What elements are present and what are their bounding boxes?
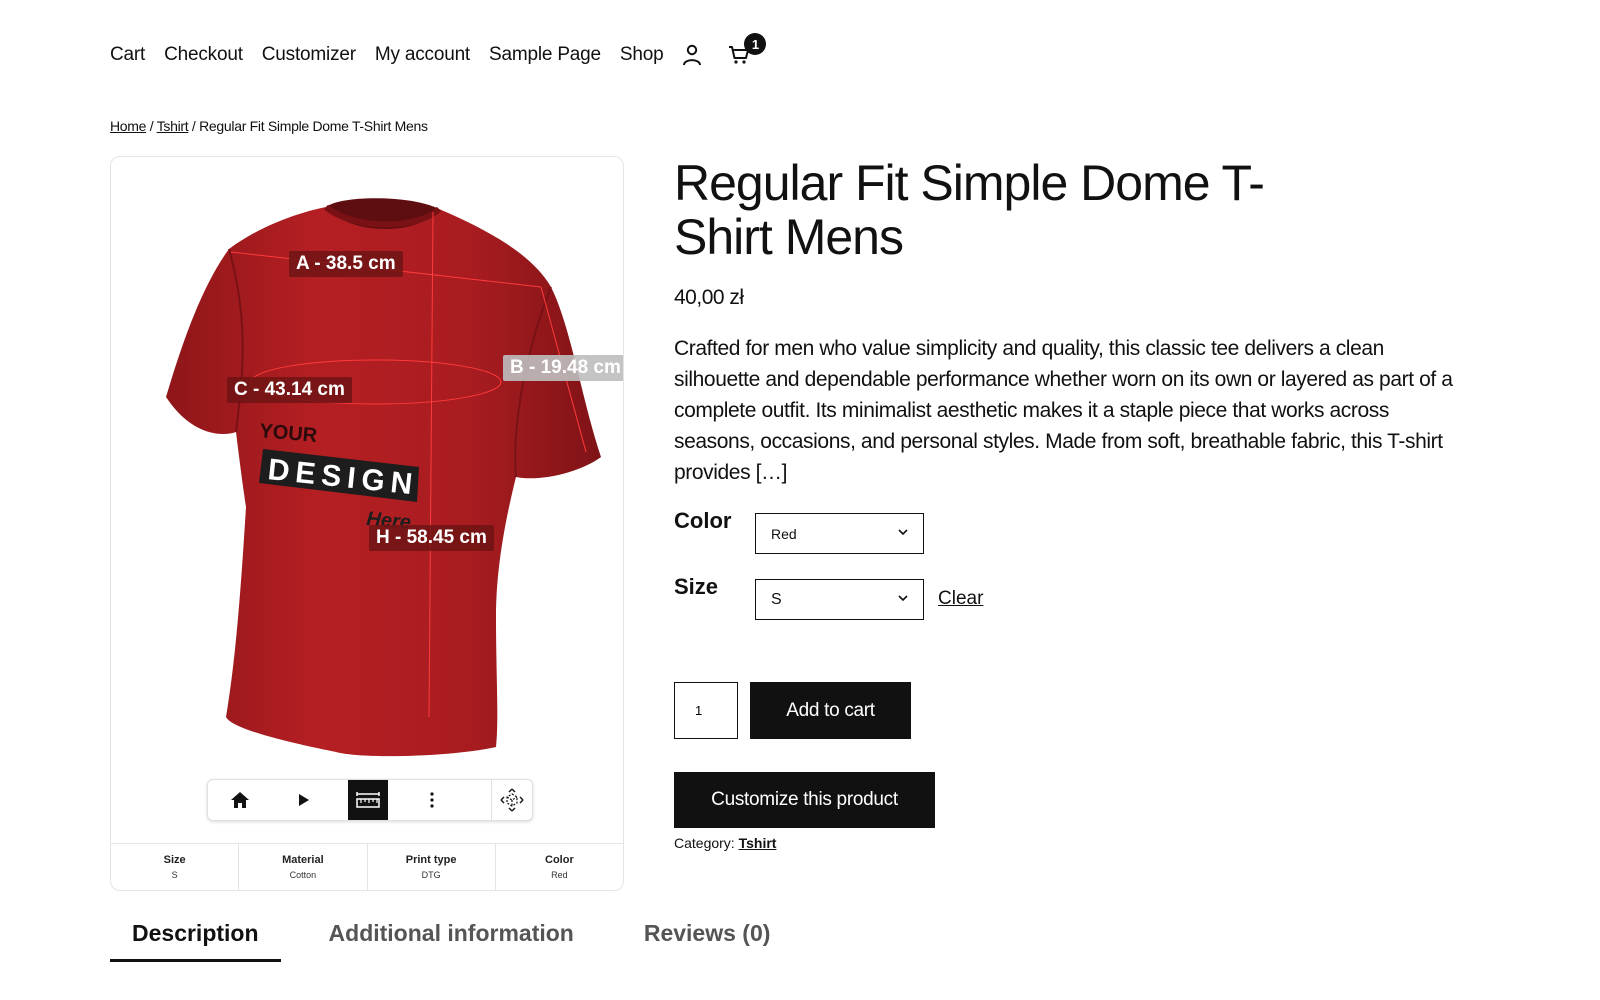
home-icon[interactable] <box>208 780 272 820</box>
nav-link-customizer[interactable]: Customizer <box>262 44 356 66</box>
ruler-icon[interactable] <box>348 780 388 820</box>
breadcrumb-separator: / <box>146 118 157 134</box>
category-label: Category: <box>674 835 735 851</box>
measurement-a-label: A - 38.5 cm <box>289 251 403 277</box>
product-category: Category: Tshirt <box>674 835 776 851</box>
tab-description[interactable]: Description <box>110 914 281 962</box>
product-title-line-2: Shirt Mens <box>674 209 904 265</box>
measurement-h-label: H - 58.45 cm <box>369 525 494 551</box>
nav-link-checkout[interactable]: Checkout <box>164 44 243 66</box>
spec-value: Cotton <box>289 870 317 880</box>
account-icon[interactable] <box>682 44 702 66</box>
measurement-b-label: B - 19.48 cm <box>503 355 623 381</box>
breadcrumb-home[interactable]: Home <box>110 118 146 134</box>
cart-icon[interactable]: 1 <box>728 33 767 65</box>
spec-value: S <box>171 870 178 880</box>
viewer-toolbar <box>207 779 533 821</box>
product-price: 40,00 zł <box>674 286 744 309</box>
top-nav: Cart Checkout Customizer My account Samp… <box>110 33 767 70</box>
size-select[interactable]: S <box>755 579 924 620</box>
more-vertical-icon[interactable] <box>400 780 464 820</box>
chevron-down-icon <box>898 529 908 536</box>
product-tabs: Description Additional information Revie… <box>110 914 818 962</box>
clear-variations-link[interactable]: Clear <box>938 588 983 610</box>
breadcrumb: Home / Tshirt / Regular Fit Simple Dome … <box>110 118 428 134</box>
cart-count-badge: 1 <box>744 33 767 55</box>
chevron-down-icon <box>898 595 908 602</box>
product-title-line-1: Regular Fit Simple Dome T- <box>674 155 1265 211</box>
measurement-c-label: C - 43.14 cm <box>227 377 352 403</box>
breadcrumb-current: Regular Fit Simple Dome T-Shirt Mens <box>199 118 428 134</box>
nav-link-cart[interactable]: Cart <box>110 44 145 66</box>
size-select-value: S <box>771 590 782 608</box>
add-to-cart-button[interactable]: Add to cart <box>750 682 911 739</box>
spec-color: Color Red <box>496 844 623 890</box>
spec-size: Size S <box>111 844 240 890</box>
play-icon[interactable] <box>272 780 336 820</box>
3d-viewer[interactable]: YOUR DESIGN Here A - 38.5 cm B - 19.48 c… <box>111 157 623 843</box>
move-3d-icon[interactable] <box>491 780 532 820</box>
customize-product-button[interactable]: Customize this product <box>674 772 935 828</box>
category-link[interactable]: Tshirt <box>739 835 777 851</box>
quantity-input[interactable] <box>674 682 738 739</box>
spec-material: Material Cotton <box>239 844 368 890</box>
nav-link-my-account[interactable]: My account <box>375 44 470 66</box>
spec-title: Material <box>282 854 324 866</box>
spec-title: Print type <box>405 854 457 866</box>
product-gallery: YOUR DESIGN Here A - 38.5 cm B - 19.48 c… <box>110 156 624 891</box>
spec-print-type: Print type DTG <box>368 844 496 890</box>
spec-title: Size <box>163 854 186 866</box>
nav-link-sample-page[interactable]: Sample Page <box>489 44 601 66</box>
product-title: Regular Fit Simple Dome T- Shirt Mens <box>674 156 1294 264</box>
nav-link-shop[interactable]: Shop <box>620 44 664 66</box>
size-label: Size <box>674 574 719 599</box>
color-select[interactable]: Red <box>755 513 924 554</box>
spec-table: Size S Material Cotton Print type DTG Co… <box>111 843 623 890</box>
spec-value: Red <box>551 870 568 880</box>
tab-additional-information[interactable]: Additional information <box>307 914 596 962</box>
breadcrumb-separator: / <box>188 118 200 134</box>
color-label: Color <box>674 508 732 533</box>
color-select-value: Red <box>771 525 797 542</box>
product-short-description: Crafted for men who value simplicity and… <box>674 337 1453 484</box>
tab-reviews[interactable]: Reviews (0) <box>622 914 793 962</box>
spec-title: Color <box>545 854 574 866</box>
spec-value: DTG <box>421 870 441 880</box>
breadcrumb-category[interactable]: Tshirt <box>157 118 189 134</box>
